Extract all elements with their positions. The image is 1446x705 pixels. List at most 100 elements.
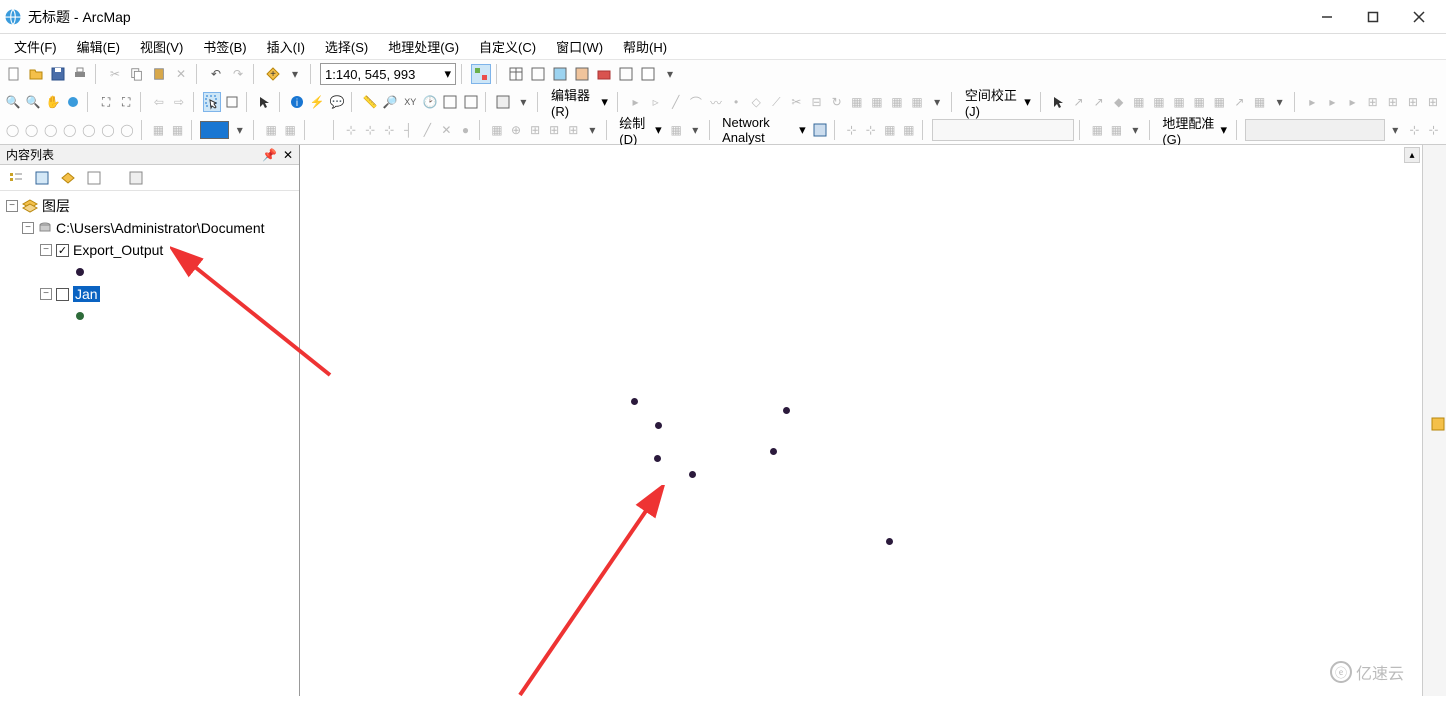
scale-combobox[interactable]: 1:140, 545, 993 ▾ [320, 63, 456, 85]
select-tool-icon[interactable] [1049, 92, 1067, 112]
na-input[interactable] [932, 119, 1075, 141]
cut-poly-icon[interactable]: ✂ [787, 92, 805, 112]
time-slider-icon[interactable]: 🕑 [421, 92, 439, 112]
menu-edit[interactable]: 编辑(E) [67, 35, 130, 58]
tool-icon[interactable]: ▦ [900, 120, 917, 140]
reshape-icon[interactable]: ⟋ [767, 92, 785, 112]
dropdown-icon[interactable]: ▾ [285, 64, 305, 84]
scroll-up-button[interactable]: ▴ [1404, 147, 1420, 163]
tool-icon[interactable]: ◯ [42, 120, 59, 140]
adjust-tool-icon[interactable]: ▦ [1210, 92, 1228, 112]
tool-icon[interactable]: ◯ [4, 120, 21, 140]
collapse-icon[interactable]: − [40, 288, 52, 300]
menu-file[interactable]: 文件(F) [4, 35, 67, 58]
tool-icon[interactable]: ▦ [908, 92, 926, 112]
menu-window[interactable]: 窗口(W) [546, 35, 613, 58]
tool-icon[interactable]: ⊹ [343, 120, 360, 140]
tool-icon[interactable]: ⊹ [381, 120, 398, 140]
minimize-button[interactable] [1304, 2, 1350, 32]
fill-color-swatch[interactable] [200, 121, 229, 139]
point-tool-icon[interactable]: • [727, 92, 745, 112]
edit-tool-icon[interactable]: ▸ [627, 92, 645, 112]
tool-icon[interactable]: ◯ [99, 120, 116, 140]
tool-icon[interactable]: ⊹ [362, 120, 379, 140]
undo-icon[interactable]: ↶ [206, 64, 226, 84]
pan-icon[interactable]: ✋ [44, 92, 62, 112]
list-by-selection-icon[interactable] [84, 168, 104, 188]
pointer-icon[interactable] [255, 92, 273, 112]
tool-icon[interactable]: ⊹ [843, 120, 860, 140]
tool-icon[interactable]: ⊞ [1364, 92, 1382, 112]
close-icon[interactable]: ✕ [283, 148, 293, 162]
tool-icon[interactable]: ▸ [1323, 92, 1341, 112]
tool-icon[interactable]: ▦ [169, 120, 186, 140]
adjust-tool-icon[interactable]: ▦ [1130, 92, 1148, 112]
menu-customize[interactable]: 自定义(C) [469, 35, 546, 58]
find-icon[interactable]: 🔎 [381, 92, 399, 112]
measure-icon[interactable]: 📏 [361, 92, 379, 112]
georef-layer-input[interactable] [1245, 119, 1384, 141]
cut-icon[interactable]: ✂ [105, 64, 125, 84]
dock-tab-catalog[interactable] [1430, 416, 1446, 432]
tool-icon[interactable]: ▦ [282, 120, 299, 140]
dropdown-icon[interactable]: ▾ [660, 64, 680, 84]
rotate-icon[interactable]: ↻ [828, 92, 846, 112]
new-doc-icon[interactable] [4, 64, 24, 84]
adjust-tool-icon[interactable]: ▦ [1150, 92, 1168, 112]
tool-icon[interactable]: ◯ [118, 120, 135, 140]
tree-datasource[interactable]: − C:\Users\Administrator\Document [0, 217, 299, 239]
open-icon[interactable] [26, 64, 46, 84]
adjust-tool-icon[interactable]: ▦ [1250, 92, 1268, 112]
menu-insert[interactable]: 插入(I) [257, 35, 315, 58]
list-by-visibility-icon[interactable] [58, 168, 78, 188]
delete-icon[interactable]: ✕ [171, 64, 191, 84]
network-analyst-menu[interactable]: Network Analyst ▾ [718, 115, 810, 145]
dropdown-icon[interactable]: ▾ [1271, 92, 1289, 112]
map-feature-point[interactable] [689, 471, 696, 478]
goto-xy-icon[interactable]: XY [401, 92, 419, 112]
print-icon[interactable] [70, 64, 90, 84]
georef-menu[interactable]: 地理配准(G) ▾ [1158, 113, 1231, 147]
fixed-zoom-in-icon[interactable]: ⛶ [97, 92, 115, 112]
tool-icon[interactable] [494, 92, 512, 112]
tool-icon[interactable]: ▸ [1343, 92, 1361, 112]
menu-help[interactable]: 帮助(H) [613, 35, 677, 58]
edit-tool-icon[interactable]: ▹ [647, 92, 665, 112]
tool-icon[interactable]: ⊹ [1425, 120, 1442, 140]
zoom-in-icon[interactable]: 🔍 [4, 92, 22, 112]
tool-icon[interactable]: ▸ [1303, 92, 1321, 112]
map-feature-point[interactable] [783, 407, 790, 414]
python-icon[interactable] [638, 64, 658, 84]
fixed-zoom-out-icon[interactable]: ⛶ [117, 92, 135, 112]
tool-icon[interactable]: ▦ [150, 120, 167, 140]
table-icon[interactable] [506, 64, 526, 84]
tool-icon[interactable]: ◯ [80, 120, 97, 140]
clear-selection-icon[interactable] [223, 92, 241, 112]
adjust-tool-icon[interactable]: ▦ [1190, 92, 1208, 112]
identify-icon[interactable]: i [288, 92, 306, 112]
viewer-icon[interactable] [441, 92, 459, 112]
tool-icon[interactable]: ▦ [888, 92, 906, 112]
viewer-icon[interactable] [462, 92, 480, 112]
tool-icon[interactable]: ✕ [438, 120, 455, 140]
line-tool-icon[interactable]: ╱ [667, 92, 685, 112]
editor-menu[interactable]: 编辑器(R) ▾ [547, 85, 612, 119]
tool-icon[interactable]: ● [457, 120, 474, 140]
tool-icon[interactable]: ◯ [61, 120, 78, 140]
prev-extent-icon[interactable]: ⇦ [150, 92, 168, 112]
dropdown-icon[interactable]: ▾ [514, 92, 532, 112]
tool-icon[interactable]: ▦ [1108, 120, 1125, 140]
tool-icon[interactable]: ⊹ [1406, 120, 1423, 140]
attributes-icon[interactable]: ▦ [848, 92, 866, 112]
edit-vertices-icon[interactable]: ◇ [747, 92, 765, 112]
list-by-drawing-icon[interactable] [6, 168, 26, 188]
adjust-tool-icon[interactable]: ↗ [1069, 92, 1087, 112]
close-button[interactable] [1396, 2, 1442, 32]
tree-root[interactable]: − 图层 [0, 195, 299, 217]
spatial-adjust-menu[interactable]: 空间校正(J) ▾ [961, 85, 1035, 119]
dropdown-icon[interactable]: ▾ [928, 92, 946, 112]
tool-icon[interactable]: ⊞ [1404, 92, 1422, 112]
paste-icon[interactable] [149, 64, 169, 84]
menu-bookmarks[interactable]: 书签(B) [193, 35, 256, 58]
menu-geoprocessing[interactable]: 地理处理(G) [378, 35, 469, 58]
